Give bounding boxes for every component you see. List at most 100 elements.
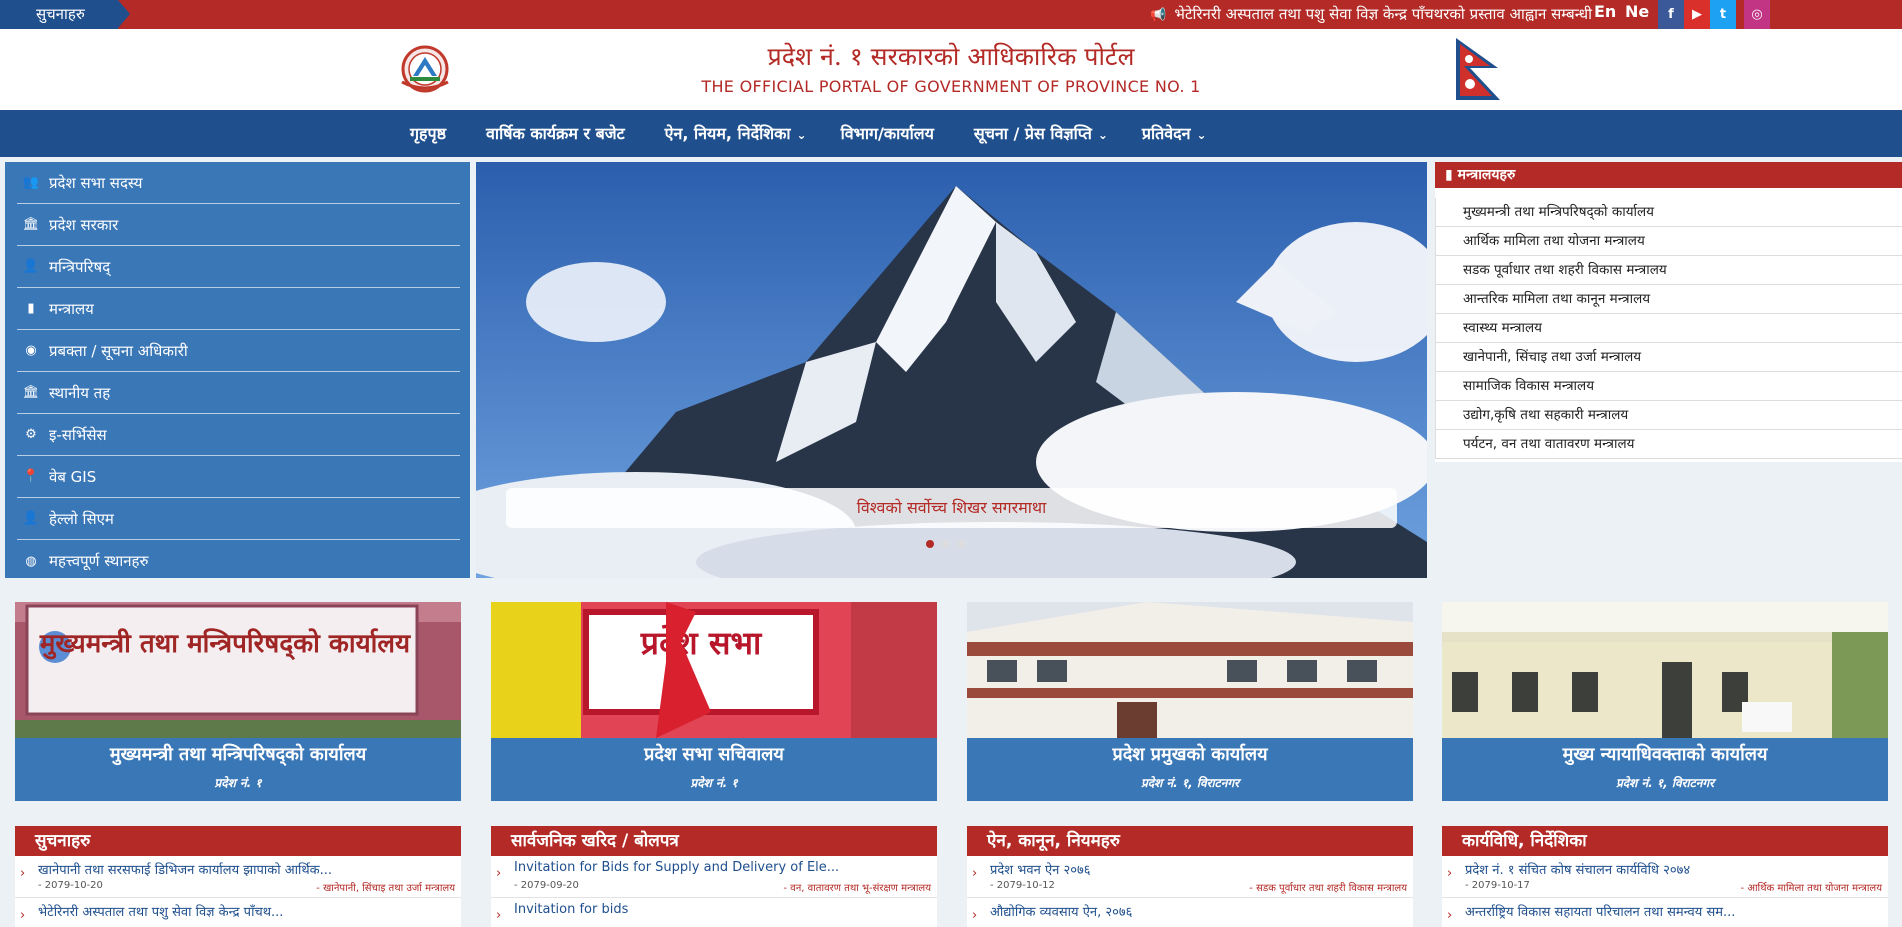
top-bar: सुचनाहरु 📢 भेटेरिनरी अस्पताल तथा पशु सेवा… xyxy=(0,0,1902,29)
list-item-title[interactable]: Invitation for bids xyxy=(514,902,919,917)
ministry-link[interactable]: स्वास्थ्य मन्त्रालय xyxy=(1435,314,1902,343)
nav-acts-rules[interactable]: ऐन, नियम, निर्देशिका ⌄ xyxy=(665,110,807,159)
chevron-down-icon: ⌄ xyxy=(1196,128,1207,142)
ministry-link[interactable]: मुख्यमन्त्री तथा मन्त्रिपरिषद्‌को कार्या… xyxy=(1435,198,1902,227)
office-card-title: प्रदेश प्रमुखको कार्यालय xyxy=(1112,744,1268,765)
slide-caption: विश्वको सर्वोच्च शिखर सगरमाथा xyxy=(506,488,1397,528)
office-photo xyxy=(1442,602,1888,738)
chevron-right-icon: › xyxy=(1447,866,1453,881)
institution-icon: 🏛 xyxy=(22,385,40,400)
sidebar-item-provincial-govt[interactable]: 🏛 प्रदेश सरकार xyxy=(17,204,460,246)
map-marker-icon: 📍 xyxy=(22,469,40,484)
twitter-icon[interactable]: t xyxy=(1710,0,1736,29)
office-card-title: मुख्य न्यायाधिवक्ताको कार्यालय xyxy=(1562,744,1768,765)
list-item-dept: - वन, वातावरण तथा भू-संरक्षण मन्त्रालय xyxy=(783,883,931,894)
facebook-icon[interactable]: f xyxy=(1658,0,1684,29)
instagram-icon[interactable]: ◎ xyxy=(1744,0,1770,29)
office-card-chief-minister[interactable]: मुख्यमन्त्री तथा मन्त्रिपरिषद्‌को कार्या… xyxy=(15,602,461,801)
list-item-dept: - सडक पूर्वाधार तथा शहरी विकास मन्त्रालय xyxy=(1249,883,1407,894)
office-card-subtitle: प्रदेश नं. १, विराटनगर xyxy=(1140,776,1240,790)
list-item-title[interactable]: औद्योगिक व्यवसाय ऐन, २०७६ xyxy=(990,902,1395,920)
list-item-title[interactable]: प्रदेश भवन ऐन २०७६ xyxy=(990,860,1395,878)
office-card-province-head[interactable]: प्रदेश प्रमुखको कार्यालय प्रदेश नं. १, व… xyxy=(967,602,1413,801)
list-item-date: - 2079-10-20 xyxy=(38,880,103,891)
office-card-assembly-secretariat[interactable]: प्रदेश सभा प्रदेश सभा सचिवालय प्रदेश नं.… xyxy=(491,602,937,801)
ministry-link[interactable]: पर्यटन, वन तथा वातावरण मन्त्रालय xyxy=(1435,430,1902,459)
list-item-date: - 2079-09-20 xyxy=(514,880,579,891)
notices-tag[interactable]: सुचनाहरु xyxy=(0,0,130,29)
chevron-right-icon: › xyxy=(496,866,502,881)
ministry-link[interactable]: सामाजिक विकास मन्त्रालय xyxy=(1435,372,1902,401)
ministry-link[interactable]: आन्तरिक मामिला तथा कानून मन्त्रालय xyxy=(1435,285,1902,314)
nav-departments[interactable]: विभाग/कार्यालय xyxy=(841,110,940,159)
office-card-subtitle: प्रदेश नं. १, विराटनगर xyxy=(1615,776,1715,790)
sidebar-item-important-places[interactable]: ◍ महत्त्वपूर्ण स्थानहरु xyxy=(17,540,460,582)
slider-dot[interactable] xyxy=(926,540,934,548)
list-item[interactable]: › Invitation for bids xyxy=(491,898,937,927)
slider-dot[interactable] xyxy=(958,540,966,548)
hero-slider[interactable]: विश्वको सर्वोच्च शिखर सगरमाथा xyxy=(476,162,1427,578)
chevron-right-icon: › xyxy=(496,908,502,923)
user-circle-icon: ◉ xyxy=(25,343,37,358)
office-photo: प्रदेश सभा xyxy=(491,602,937,738)
site-title-nepali: प्रदेश नं. १ सरकारको आधिकारिक पोर्टल xyxy=(767,42,1135,71)
office-card-chief-attorney[interactable]: मुख्य न्यायाधिवक्ताको कार्यालय प्रदेश नं… xyxy=(1442,602,1888,801)
chevron-right-icon: › xyxy=(972,866,978,881)
nav-home[interactable]: गृहपृष्ठ xyxy=(410,110,452,159)
list-item-title[interactable]: अन्तर्राष्ट्रिय विकास सहायता परिचालन तथा… xyxy=(1465,902,1870,920)
youtube-icon[interactable]: ▶ xyxy=(1684,0,1710,29)
procurement-section: सार्वजनिक खरिद / बोलपत्र › Invitation fo… xyxy=(491,826,937,927)
sidebar-item-assembly-members[interactable]: 👥 प्रदेश सभा सदस्य xyxy=(17,162,460,204)
nav-press-release[interactable]: सूचना / प्रेस विज्ञप्ति ⌄ xyxy=(974,110,1108,159)
lang-en-link[interactable]: En xyxy=(1594,0,1616,24)
sidebar-item-hello-cm[interactable]: 👤 हेल्लो सिएम xyxy=(17,498,460,540)
user-icon: 👤 xyxy=(22,259,40,274)
ministry-link[interactable]: आर्थिक मामिला तथा योजना मन्त्रालय xyxy=(1435,227,1902,256)
chevron-down-icon: ⌄ xyxy=(796,128,807,142)
sidebar-item-council-of-ministers[interactable]: 👤 मन्त्रिपरिषद् xyxy=(17,246,460,288)
nav-annual-budget[interactable]: वार्षिक कार्यक्रम र बजेट xyxy=(486,110,631,159)
procedures-section: कार्यविधि, निर्देशिका › प्रदेश नं. १ संच… xyxy=(1442,826,1888,927)
ticker-text[interactable]: भेटेरिनरी अस्पताल तथा पशु सेवा विज्ञ केन… xyxy=(1174,5,1592,23)
ministries-panel: ▮ मन्त्रालयहरु मुख्यमन्त्री तथा मन्त्रिप… xyxy=(1435,162,1902,462)
lang-ne-link[interactable]: Ne xyxy=(1625,0,1649,24)
list-item[interactable]: › Invitation for Bids for Supply and Del… xyxy=(491,856,937,898)
section-header[interactable]: सुचनाहरु xyxy=(15,826,461,856)
news-ticker[interactable]: 📢 भेटेरिनरी अस्पताल तथा पशु सेवा विज्ञ के… xyxy=(1150,0,1592,30)
ministry-link[interactable]: सडक पूर्वाधार तथा शहरी विकास मन्त्रालय xyxy=(1435,256,1902,285)
photo-sign-text: मुख्यमन्त्री तथा मन्त्रिपरिषद्‌को कार्या… xyxy=(39,628,411,661)
list-item[interactable]: › औद्योगिक व्यवसाय ऐन, २०७६ xyxy=(967,898,1413,927)
sidebar-item-local-levels[interactable]: 🏛 स्थानीय तह xyxy=(17,372,460,414)
list-item-title[interactable]: Invitation for Bids for Supply and Deliv… xyxy=(514,860,919,875)
sidebar-item-e-services[interactable]: ⚙ इ-सर्भिसेस xyxy=(17,414,460,456)
user-icon: 👤 xyxy=(22,511,40,526)
chevron-right-icon: › xyxy=(20,866,26,881)
slider-dot[interactable] xyxy=(942,540,950,548)
sidebar-item-spokesperson[interactable]: ◉ प्रबक्ता / सूचना अधिकारी xyxy=(17,330,460,372)
list-item[interactable]: › खानेपानी तथा सरसफाई डिभिजन कार्यालय झा… xyxy=(15,856,461,898)
sidebar-item-web-gis[interactable]: 📍 वेब GIS xyxy=(17,456,460,498)
quick-links-sidebar: 👥 प्रदेश सभा सदस्य 🏛 प्रदेश सरकार 👤 मन्त्रि… xyxy=(5,162,470,578)
section-header[interactable]: कार्यविधि, निर्देशिका xyxy=(1442,826,1888,856)
sidebar-item-ministries[interactable]: ▮ मन्त्रालय xyxy=(17,288,460,330)
section-header[interactable]: ऐन, कानून, नियमहरु xyxy=(967,826,1413,856)
nav-reports[interactable]: प्रतिवेदन ⌄ xyxy=(1142,110,1207,159)
site-header: प्रदेश नं. १ सरकारको आधिकारिक पोर्टल THE… xyxy=(0,29,1902,110)
gear-icon: ⚙ xyxy=(25,427,37,442)
nepal-flag-icon xyxy=(1456,38,1500,100)
ministry-link[interactable]: खानेपानी, सिंचाइ तथा उर्जा मन्त्रालय xyxy=(1435,343,1902,372)
list-item-title[interactable]: खानेपानी तथा सरसफाई डिभिजन कार्यालय झापा… xyxy=(38,860,443,878)
list-item-title[interactable]: प्रदेश नं. १ संचित कोष संचालन कार्यविधि … xyxy=(1465,860,1870,878)
list-item[interactable]: › प्रदेश भवन ऐन २०७६ - 2079-10-12 - सडक … xyxy=(967,856,1413,898)
list-item[interactable]: › अन्तर्राष्ट्रिय विकास सहायता परिचालन त… xyxy=(1442,898,1888,927)
building-icon: ▮ xyxy=(1445,167,1458,183)
office-card-subtitle: प्रदेश नं. १ xyxy=(214,776,262,790)
ministry-link[interactable]: उद्योग,कृषि तथा सहकारी मन्त्रालय xyxy=(1435,401,1902,430)
globe-icon: ◍ xyxy=(25,553,37,569)
list-item-title[interactable]: भेटेरिनरी अस्पताल तथा पशु सेवा विज्ञ केन… xyxy=(38,902,443,920)
list-item[interactable]: › प्रदेश नं. १ संचित कोष संचालन कार्यविध… xyxy=(1442,856,1888,898)
list-item-dept: - आर्थिक मामिला तथा योजना मन्त्रालय xyxy=(1740,883,1882,894)
office-photo xyxy=(967,602,1413,738)
section-header[interactable]: सार्वजनिक खरिद / बोलपत्र xyxy=(491,826,937,856)
list-item[interactable]: › भेटेरिनरी अस्पताल तथा पशु सेवा विज्ञ क… xyxy=(15,898,461,927)
